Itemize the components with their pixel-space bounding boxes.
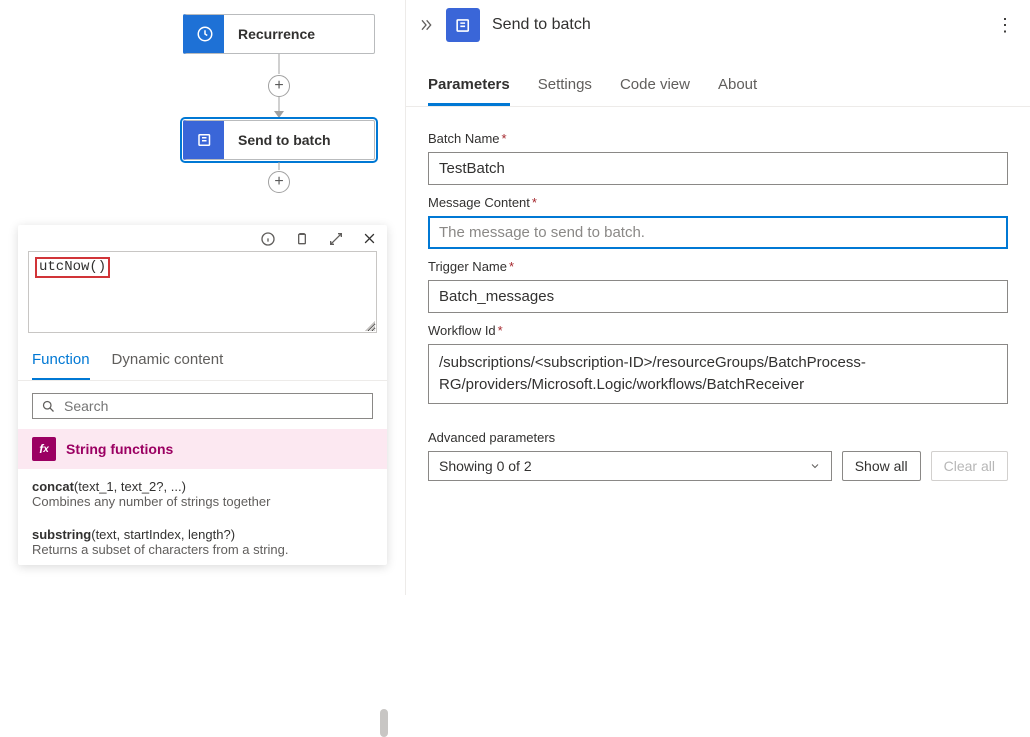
node-send-to-batch[interactable]: Send to batch [183, 120, 375, 160]
tab-function[interactable]: Function [32, 341, 90, 380]
connector-line [279, 162, 280, 170]
show-all-button[interactable]: Show all [842, 451, 921, 481]
label-message-content: Message Content* [428, 195, 1008, 210]
tab-about[interactable]: About [718, 68, 757, 106]
search-input-wrapper[interactable] [32, 393, 373, 419]
panel-title: Send to batch [492, 16, 984, 34]
details-panel: Send to batch ⋮ Parameters Settings Code… [405, 0, 1030, 595]
expand-icon[interactable] [328, 231, 344, 247]
node-label: Send to batch [224, 132, 364, 148]
flyout-tabs: Function Dynamic content [18, 341, 387, 381]
info-icon[interactable] [260, 231, 276, 247]
node-label: Recurrence [224, 26, 364, 42]
panel-tabs: Parameters Settings Code view About [406, 68, 1030, 107]
clear-all-button[interactable]: Clear all [931, 451, 1008, 481]
clock-icon [186, 15, 224, 53]
flyout-toolbar [18, 225, 387, 251]
tab-parameters[interactable]: Parameters [428, 68, 510, 106]
advanced-parameters-row: Showing 0 of 2 Show all Clear all [428, 451, 1008, 481]
input-message-content[interactable]: The message to send to batch. [428, 216, 1008, 249]
tab-codeview[interactable]: Code view [620, 68, 690, 106]
tab-settings[interactable]: Settings [538, 68, 592, 106]
resize-handle[interactable] [365, 321, 375, 331]
label-workflow-id: Workflow Id* [428, 323, 1008, 338]
add-step-button-1[interactable]: + [268, 75, 290, 97]
panel-header: Send to batch ⋮ [406, 0, 1030, 50]
search-icon [41, 399, 56, 414]
fn-name: concat [32, 479, 74, 494]
batch-icon [446, 8, 480, 42]
input-batch-name[interactable]: TestBatch [428, 152, 1008, 185]
category-label: String functions [66, 441, 173, 457]
label-advanced-parameters: Advanced parameters [428, 430, 1008, 445]
parameters-form: Batch Name* TestBatch Message Content* T… [406, 107, 1030, 481]
tab-dynamic-content[interactable]: Dynamic content [112, 341, 224, 380]
search-input[interactable] [64, 398, 364, 414]
workflow-canvas[interactable]: Recurrence + Send to batch + [0, 0, 405, 215]
batch-icon [186, 121, 224, 159]
advanced-showing: Showing 0 of 2 [439, 458, 532, 474]
label-trigger-name: Trigger Name* [428, 259, 1008, 274]
fn-params: (text_1, text_2?, ...) [74, 479, 186, 494]
more-menu-icon[interactable]: ⋮ [996, 15, 1014, 36]
fn-name: substring [32, 527, 91, 542]
expression-flyout: utcNow() Function Dynamic content fx Str… [18, 225, 387, 565]
function-item-substring[interactable]: substring(text, startIndex, length?) Ret… [18, 517, 387, 565]
close-icon[interactable] [362, 231, 377, 247]
node-recurrence[interactable]: Recurrence [183, 14, 375, 54]
expression-input[interactable]: utcNow() [28, 251, 377, 333]
advanced-dropdown[interactable]: Showing 0 of 2 [428, 451, 832, 481]
expression-text: utcNow() [35, 257, 110, 278]
connector-line [279, 97, 280, 111]
label-batch-name: Batch Name* [428, 131, 1008, 146]
input-workflow-id[interactable]: /subscriptions/<subscription-ID>/resourc… [428, 344, 1008, 404]
scrollbar-thumb[interactable] [380, 709, 388, 737]
connector-line [279, 54, 280, 74]
clipboard-icon[interactable] [294, 231, 310, 247]
function-list: concat(text_1, text_2?, ...) Combines an… [18, 469, 387, 565]
input-trigger-name[interactable]: Batch_messages [428, 280, 1008, 313]
fn-desc: Returns a subset of characters from a st… [32, 542, 373, 557]
arrowhead-icon [274, 111, 284, 118]
fn-desc: Combines any number of strings together [32, 494, 373, 509]
category-string-functions[interactable]: fx String functions [18, 429, 387, 469]
chevron-down-icon [809, 460, 821, 472]
add-step-button-2[interactable]: + [268, 171, 290, 193]
collapse-panel-chevron-icon[interactable] [418, 17, 434, 33]
fx-icon: fx [32, 437, 56, 461]
function-item-concat[interactable]: concat(text_1, text_2?, ...) Combines an… [18, 469, 387, 517]
fn-params: (text, startIndex, length?) [91, 527, 235, 542]
